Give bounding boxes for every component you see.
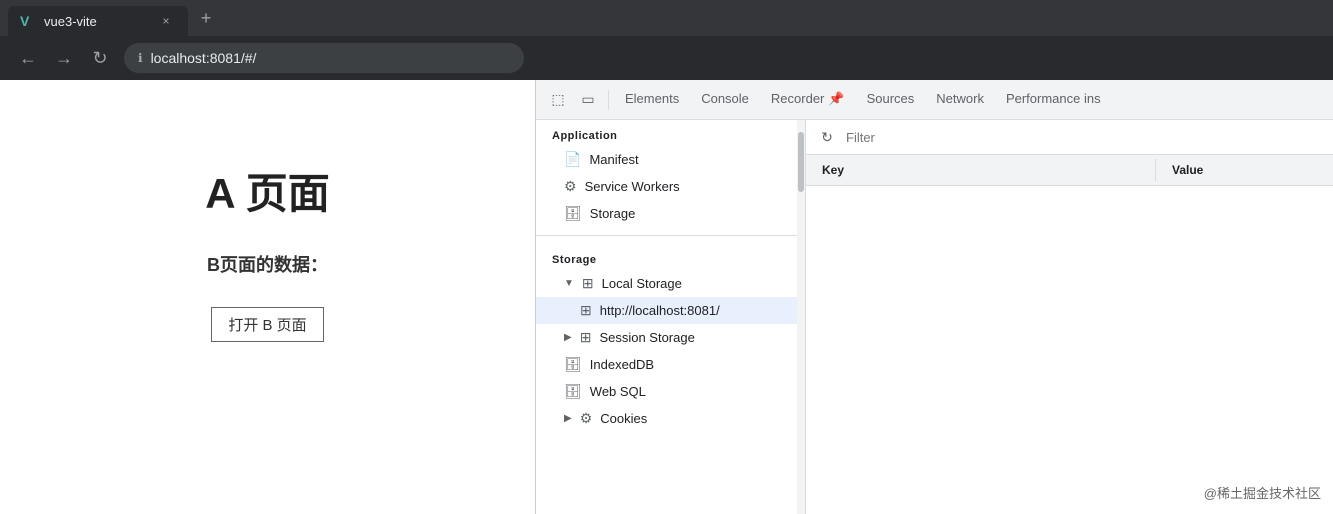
sidebar-item-local-storage-origin[interactable]: ⊞ http://localhost:8081/ [536,297,805,324]
indexeddb-label: IndexedDB [590,357,654,372]
watermark: @稀土掘金技术社区 [1204,483,1321,502]
forward-button[interactable]: → [52,46,76,70]
local-storage-label: Local Storage [602,276,682,291]
tab-title: vue3-vite [44,14,148,29]
sidebar-item-local-storage[interactable]: ▼ ⊞ Local Storage [536,270,805,297]
web-sql-icon: 🗄 [564,383,582,400]
local-storage-origin-label: http://localhost:8081/ [600,303,720,318]
session-storage-label: Session Storage [599,330,694,345]
cookies-expand-arrow: ▶ [564,413,572,424]
tab-performance[interactable]: Performance ins [996,80,1111,119]
recorder-pin-icon: 📌 [828,91,844,107]
inspect-icon: ⬚ [551,91,564,108]
table-header: Key Value [806,155,1333,186]
open-b-page-button[interactable]: 打开 B 页面 [211,307,323,342]
sidebar-item-web-sql[interactable]: 🗄 Web SQL [536,378,805,405]
refresh-icon: ↻ [821,129,833,146]
tab-elements[interactable]: Elements [615,80,689,119]
address-input[interactable]: ℹ localhost:8081/#/ [124,43,524,73]
devtools-sidebar: Application 📄 Manifest ⚙ Service Workers… [536,120,806,514]
indexeddb-icon: 🗄 [564,356,582,373]
sidebar-item-session-storage[interactable]: ▶ ⊞ Session Storage [536,324,805,351]
tab-favicon: V [20,13,36,29]
device-toolbar-button[interactable]: ▭ [574,86,602,114]
devtools-body: Application 📄 Manifest ⚙ Service Workers… [536,120,1333,514]
sidebar-item-service-workers[interactable]: ⚙ Service Workers [536,173,805,200]
storage-app-icon: 🗄 [564,205,582,222]
tab-bar: V vue3-vite × + [0,0,1333,36]
tab-network[interactable]: Network [926,80,994,119]
filter-input[interactable] [846,130,1323,145]
inspect-element-button[interactable]: ⬚ [544,86,572,114]
tab-console[interactable]: Console [691,80,759,119]
tab-item[interactable]: V vue3-vite × [8,6,188,36]
manifest-icon: 📄 [564,151,581,168]
session-storage-expand-arrow: ▶ [564,332,572,343]
back-button[interactable]: ← [16,46,40,70]
table-body [806,186,1333,514]
sidebar-separator [536,235,805,236]
devtools-toolbar: ⬚ ▭ Elements Console Recorder 📌 Sources … [536,80,1333,120]
application-section-header: Application [536,120,805,146]
page-title: A 页面 [205,160,329,221]
filter-bar: ↻ [806,120,1333,155]
local-storage-icon: ⊞ [582,275,594,292]
web-sql-label: Web SQL [590,384,646,399]
col-value-header: Value [1156,159,1333,181]
service-workers-label: Service Workers [585,179,680,194]
sidebar-scroll-thumb[interactable] [798,132,804,192]
address-bar: ← → ↻ ℹ localhost:8081/#/ [0,36,1333,80]
secure-icon: ℹ [138,51,143,65]
tab-close-button[interactable]: × [156,11,176,31]
reload-button[interactable]: ↻ [88,46,112,70]
refresh-button[interactable]: ↻ [816,126,838,148]
page-subtitle: B页面的数据： [207,251,328,277]
sidebar-item-cookies[interactable]: ▶ ⚙ Cookies [536,405,805,432]
open-b-label: 打开 B 页面 [228,317,306,334]
new-tab-button[interactable]: + [192,4,220,32]
sidebar-item-manifest[interactable]: 📄 Manifest [536,146,805,173]
local-storage-expand-arrow: ▼ [564,278,574,289]
tab-recorder[interactable]: Recorder 📌 [761,80,855,119]
service-workers-icon: ⚙ [564,178,577,195]
col-key-header: Key [806,159,1156,181]
cookies-label: Cookies [600,411,647,426]
manifest-label: Manifest [589,152,638,167]
devtools-panel: ⬚ ▭ Elements Console Recorder 📌 Sources … [535,80,1333,514]
device-icon: ▭ [581,91,594,108]
sidebar-item-indexeddb[interactable]: 🗄 IndexedDB [536,351,805,378]
main-layout: A 页面 B页面的数据： 打开 B 页面 ⬚ ▭ Elements Consol… [0,80,1333,514]
tab-sources[interactable]: Sources [857,80,925,119]
address-url: localhost:8081/#/ [151,50,257,66]
page-content: A 页面 B页面的数据： 打开 B 页面 [0,80,535,514]
local-storage-origin-icon: ⊞ [580,302,592,319]
storage-section-header: Storage [536,244,805,270]
cookies-icon: ⚙ [580,410,593,427]
devtools-main: ↻ Key Value [806,120,1333,514]
toolbar-separator [608,90,609,110]
sidebar-item-storage-app[interactable]: 🗄 Storage [536,200,805,227]
session-storage-icon: ⊞ [580,329,592,346]
storage-app-label: Storage [590,206,636,221]
sidebar-scrollbar[interactable] [797,120,805,514]
